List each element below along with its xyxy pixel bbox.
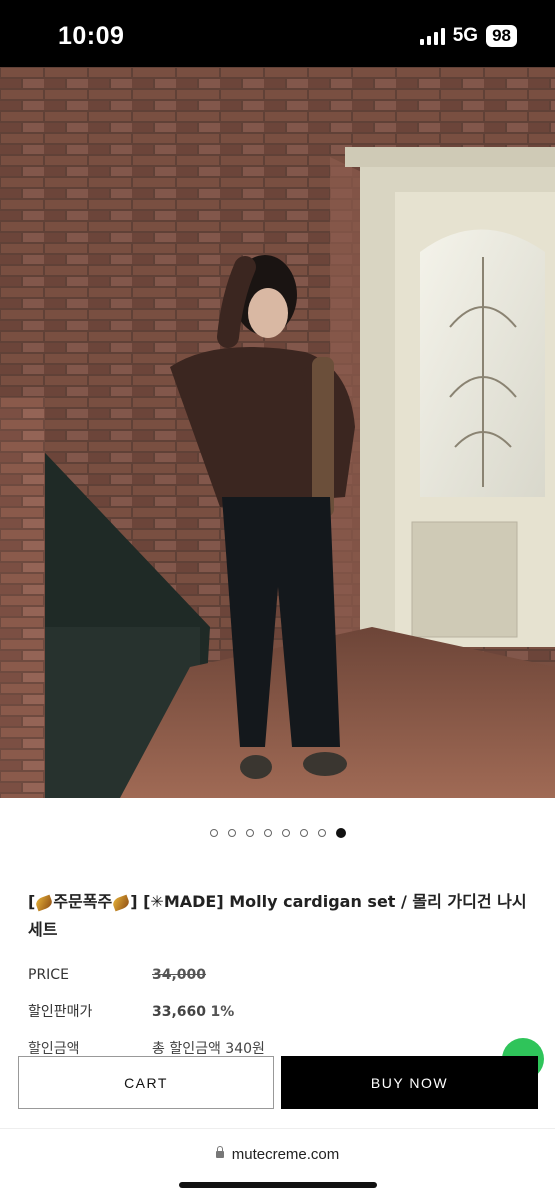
status-bar: 10:09 5G 98 bbox=[0, 0, 555, 67]
url-text: mutecreme.com bbox=[231, 1146, 340, 1163]
leaf-icon bbox=[111, 894, 131, 911]
carousel-indicator[interactable] bbox=[0, 828, 555, 843]
buy-now-button[interactable]: BUY NOW bbox=[281, 1056, 538, 1109]
carousel-dot[interactable] bbox=[263, 829, 272, 837]
discount-row: 할인판매가 33,660 1% bbox=[28, 1001, 234, 1021]
product-photo[interactable] bbox=[0, 67, 555, 798]
carousel-dot[interactable] bbox=[299, 829, 308, 837]
status-indicators: 5G 98 bbox=[419, 25, 517, 47]
battery-icon: 98 bbox=[486, 25, 517, 47]
discount-rate: 1% bbox=[210, 1004, 235, 1020]
product-title: [주문폭주] [✳︎MADE] Molly cardigan set / 몰리 … bbox=[28, 892, 527, 939]
network-type: 5G bbox=[452, 25, 479, 46]
cart-button[interactable]: CART bbox=[18, 1056, 274, 1109]
carousel-dot[interactable] bbox=[335, 828, 346, 838]
price-label: PRICE bbox=[28, 967, 69, 983]
lock-icon bbox=[215, 1146, 224, 1158]
carousel-dot[interactable] bbox=[245, 829, 254, 837]
original-price: 34,000 bbox=[152, 967, 207, 983]
url-display[interactable]: mutecreme.com bbox=[0, 1146, 555, 1163]
leaf-icon bbox=[34, 894, 54, 911]
home-indicator[interactable] bbox=[179, 1182, 377, 1188]
discount-amount-label: 할인금액 bbox=[28, 1041, 80, 1055]
price-row: PRICE 34,000 bbox=[28, 967, 206, 983]
carousel-dot[interactable] bbox=[227, 829, 236, 837]
signal-icon bbox=[419, 27, 445, 45]
clock: 10:09 bbox=[58, 22, 125, 50]
discount-price: 33,660 bbox=[152, 1004, 207, 1020]
carousel-dot[interactable] bbox=[317, 829, 326, 837]
discount-label: 할인판매가 bbox=[28, 1004, 93, 1020]
discount-amount-row: 할인금액 총 할인금액 340원 bbox=[0, 1031, 555, 1055]
title-tag: 주문폭주 bbox=[53, 892, 113, 911]
carousel-dot[interactable] bbox=[209, 829, 218, 837]
carousel-dot[interactable] bbox=[281, 829, 290, 837]
discount-amount-value: 총 할인금액 340원 bbox=[152, 1041, 265, 1055]
browser-address-bar[interactable]: mutecreme.com bbox=[0, 1128, 555, 1201]
